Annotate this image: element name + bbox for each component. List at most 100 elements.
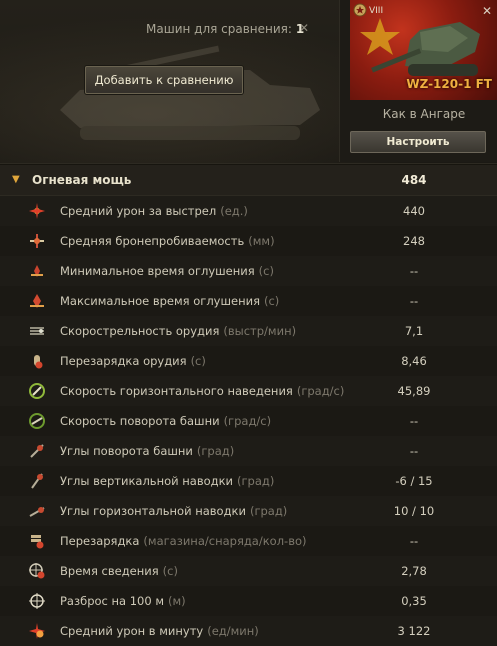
parameter-row: Углы поворота башни (град) -- (0, 436, 497, 466)
background-tank-silhouette (60, 45, 320, 140)
parameter-name: Скорострельность орудия (60, 324, 220, 338)
parameter-unit: (мм) (248, 234, 275, 248)
parameter-value: -- (409, 444, 419, 458)
parameter-unit: (град) (249, 504, 288, 518)
vehicles-to-compare: Машин для сравнения: 1 (146, 22, 304, 36)
parameter-unit: (с) (264, 294, 280, 308)
parameter-label: Перезарядка орудия (с) (60, 354, 206, 368)
parameter-value: 0,35 (401, 594, 427, 608)
parameter-value: 45,89 (397, 384, 431, 398)
parameter-value: 248 (403, 234, 425, 248)
parameter-label: Средний урон за выстрел (ед.) (60, 204, 248, 218)
vehicle-config-label: Как в Ангаре (382, 107, 466, 121)
damage-per-shot-icon (29, 203, 45, 219)
aim-time-icon (29, 563, 45, 579)
parameter-value: -- (409, 534, 419, 548)
parameter-name: Перезарядка (60, 534, 140, 548)
parameter-label: Скорость горизонтального наведения (град/… (60, 384, 344, 398)
parameter-label: Средний урон в минуту (ед/мин) (60, 624, 259, 638)
parameter-row: Минимальное время оглушения (с) -- (0, 256, 497, 286)
max-stun-icon (30, 294, 44, 308)
parameter-unit: (с) (258, 264, 274, 278)
parameter-unit: (град) (196, 444, 235, 458)
parameter-rows: Средний урон за выстрел (ед.) 440 Средняя б… (0, 196, 497, 646)
parameter-name: Средний урон в минуту (60, 624, 204, 638)
parameter-label: Разброс на 100 м (м) (60, 594, 186, 608)
traverse-speed-icon (29, 383, 45, 399)
parameter-label: Углы горизонтальной наводки (град) (60, 504, 287, 518)
parameter-unit: (ед.) (220, 204, 248, 218)
parameter-label: Скорость поворота башни (град/с) (60, 414, 271, 428)
parameter-row: Максимальное время оглушения (с) -- (0, 286, 497, 316)
parameter-name: Минимальное время оглушения (60, 264, 255, 278)
parameter-row: Углы горизонтальной наводки (град) 10 / 10 (0, 496, 497, 526)
turret-angles-icon (30, 444, 44, 458)
reload-icon (34, 355, 43, 369)
compare-count-label: Машин для сравнения: (146, 22, 292, 36)
clear-compare-close-icon[interactable]: ✕ (297, 21, 311, 35)
parameter-value: 2,78 (401, 564, 427, 578)
parameter-row: Средний урон за выстрел (ед.) 440 (0, 196, 497, 226)
parameter-name: Время сведения (60, 564, 159, 578)
parameters-list: ▼ Огневая мощь 484 Средний урон за выстр… (0, 165, 497, 646)
parameter-label: Время сведения (с) (60, 564, 178, 578)
parameter-row: Разброс на 100 м (м) 0,35 (0, 586, 497, 616)
parameter-unit: (ед/мин) (207, 624, 259, 638)
damage-per-minute-icon (29, 623, 45, 639)
vehicle-name: WZ-120-1 FT (406, 77, 492, 91)
add-to-compare-button[interactable]: Добавить к сравнению (85, 66, 243, 94)
parameter-name: Скорость поворота башни (60, 414, 220, 428)
parameter-label: Минимальное время оглушения (с) (60, 264, 274, 278)
parameter-row: Время сведения (с) 2,78 (0, 556, 497, 586)
parameter-name: Максимальное время оглушения (60, 294, 260, 308)
parameter-row: Перезарядка (магазина/снаряда/кол-во) -- (0, 526, 497, 556)
parameter-name: Разброс на 100 м (60, 594, 165, 608)
turret-rotation-icon (29, 413, 45, 429)
parameter-row: Перезарядка орудия (с) 8,46 (0, 346, 497, 376)
parameter-label: Скорострельность орудия (выстр/мин) (60, 324, 296, 338)
parameter-value: -- (409, 264, 419, 278)
dispersion-icon (29, 593, 45, 609)
compare-header: Машин для сравнения: 1 ✕ Добавить к сравн… (0, 0, 497, 164)
parameter-label: Перезарядка (магазина/снаряда/кол-во) (60, 534, 307, 548)
parameter-value: 7,1 (404, 324, 424, 338)
horizontal-angles-icon (29, 507, 45, 517)
parameter-name: Углы вертикальной наводки (60, 474, 234, 488)
parameter-label: Углы вертикальной наводки (град) (60, 474, 274, 488)
parameter-value: -6 / 15 (395, 474, 433, 488)
vertical-angles-icon (31, 473, 43, 489)
parameter-name: Средний урон за выстрел (60, 204, 217, 218)
vehicle-image: VIII WZ-120-1 FT (350, 0, 497, 100)
parameter-name: Средняя бронепробиваемость (60, 234, 245, 248)
min-stun-icon (31, 265, 43, 277)
parameter-row: Скорострельность орудия (выстр/мин) 7,1 (0, 316, 497, 346)
section-value: 484 (401, 173, 427, 187)
parameter-unit: (м) (168, 594, 186, 608)
parameter-unit: (с) (190, 354, 206, 368)
firepower-section-header[interactable]: ▼ Огневая мощь 484 (0, 165, 497, 196)
parameter-unit: (магазина/снаряда/кол-во) (143, 534, 307, 548)
parameter-unit: (град/с) (296, 384, 345, 398)
rate-of-fire-icon (30, 327, 44, 335)
parameter-label: Максимальное время оглушения (с) (60, 294, 279, 308)
remove-vehicle-close-icon[interactable]: ✕ (480, 4, 494, 18)
parameter-row: Углы вертикальной наводки (град) -6 / 15 (0, 466, 497, 496)
penetration-icon (30, 234, 44, 248)
parameter-label: Углы поворота башни (град) (60, 444, 234, 458)
parameter-value: -- (409, 294, 419, 308)
magazine-reload-icon (31, 535, 44, 549)
parameter-row: Скорость поворота башни (град/с) -- (0, 406, 497, 436)
parameter-unit: (выстр/мин) (223, 324, 297, 338)
chevron-down-icon: ▼ (12, 174, 20, 185)
parameter-name: Скорость горизонтального наведения (60, 384, 293, 398)
parameter-row: Средний урон в минуту (ед/мин) 3 122 (0, 616, 497, 646)
vehicle-card: VIII WZ-120-1 FT ✕ Как в Ангаре Настроит… (339, 0, 497, 162)
parameter-unit: (с) (162, 564, 178, 578)
configure-button[interactable]: Настроить (350, 131, 486, 153)
parameter-value: 3 122 (397, 624, 431, 638)
section-title: Огневая мощь (32, 173, 132, 187)
parameter-name: Углы горизонтальной наводки (60, 504, 246, 518)
parameter-value: 8,46 (401, 354, 427, 368)
parameter-unit: (град) (237, 474, 275, 488)
parameter-label: Средняя бронепробиваемость (мм) (60, 234, 275, 248)
